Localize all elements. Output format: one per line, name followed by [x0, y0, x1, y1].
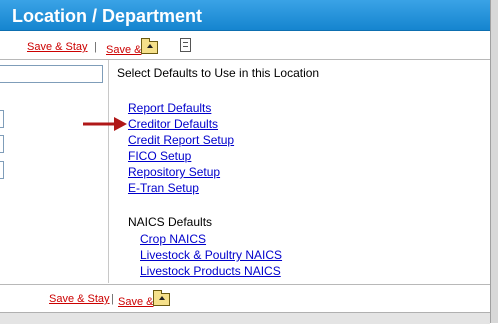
footer-save-and-stay-button[interactable]: Save & Stay	[49, 293, 110, 305]
save-and-stay-button[interactable]: Save & Stay	[27, 41, 88, 53]
save-and-up-button[interactable]: Save &	[106, 38, 159, 56]
defaults-link-list: Report Defaults Creditor Defaults Credit…	[128, 100, 234, 196]
footer-folder-up-icon	[153, 290, 171, 306]
column-divider	[108, 60, 109, 283]
left-field-3[interactable]	[0, 161, 4, 179]
footer-separator: |	[111, 293, 114, 305]
defaults-section-header: Select Defaults to Use in this Location	[117, 66, 320, 80]
footer-save-and-up-label: Save &	[118, 296, 154, 308]
left-field-2[interactable]	[0, 135, 4, 153]
save-and-up-label: Save &	[106, 44, 142, 56]
window-frame-edge	[490, 0, 498, 323]
location-name-field[interactable]	[0, 65, 103, 83]
bottom-scroll-strip	[0, 312, 490, 324]
creditor-defaults-link[interactable]: Creditor Defaults	[128, 116, 234, 132]
toolbar-separator: |	[94, 41, 97, 53]
footer-save-and-up-button[interactable]: Save &	[118, 290, 171, 308]
livestock-products-naics-link[interactable]: Livestock Products NAICS	[140, 263, 282, 279]
left-field-1[interactable]	[0, 110, 4, 128]
report-defaults-link[interactable]: Report Defaults	[128, 100, 234, 116]
red-arrow-icon	[83, 117, 127, 131]
footer-divider	[0, 284, 490, 285]
bottom-toolbar: Save & Stay | Save &	[0, 290, 490, 310]
folder-up-icon	[141, 38, 159, 54]
etran-setup-link[interactable]: E-Tran Setup	[128, 180, 234, 196]
top-toolbar: Save & Stay | Save &	[0, 36, 490, 58]
document-icon[interactable]	[180, 38, 191, 52]
fico-setup-link[interactable]: FICO Setup	[128, 148, 234, 164]
livestock-poultry-naics-link[interactable]: Livestock & Poultry NAICS	[140, 247, 282, 263]
crop-naics-link[interactable]: Crop NAICS	[140, 231, 282, 247]
toolbar-divider	[0, 59, 490, 60]
title-bar: Location / Department	[0, 0, 490, 31]
repository-setup-link[interactable]: Repository Setup	[128, 164, 234, 180]
credit-report-setup-link[interactable]: Credit Report Setup	[128, 132, 234, 148]
page-title: Location / Department	[12, 6, 203, 26]
naics-link-list: Crop NAICS Livestock & Poultry NAICS Liv…	[140, 231, 282, 279]
naics-defaults-header: NAICS Defaults	[128, 215, 213, 229]
